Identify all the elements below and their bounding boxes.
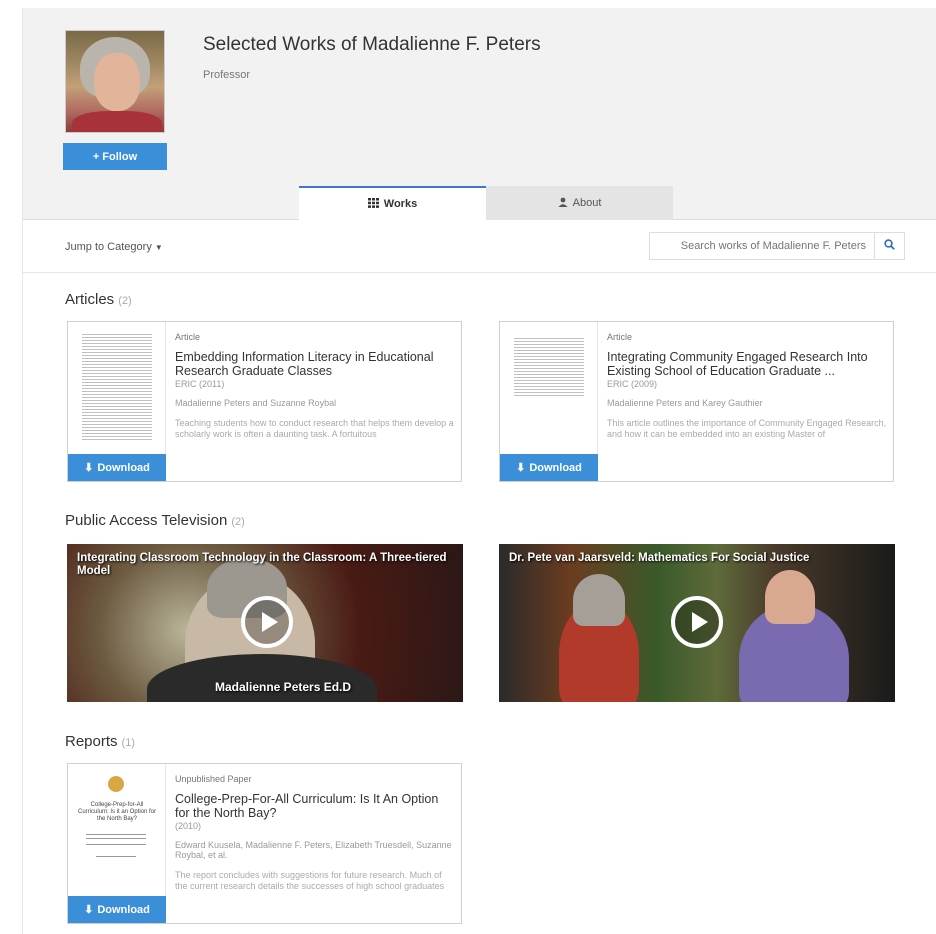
work-card[interactable]: ⬇ Download Article Integrating Community… [499, 321, 894, 482]
page-title: Selected Works of Madalienne F. Peters [203, 34, 541, 55]
section-label: Articles [65, 291, 115, 308]
section-count: (2) [231, 516, 245, 528]
video-card[interactable]: Integrating Classroom Technology in the … [67, 544, 463, 702]
section-heading-reports: Reports (1) [65, 733, 135, 750]
tab-about-label: About [572, 197, 602, 209]
jump-to-category-dropdown[interactable]: Jump to Category ▼ [65, 241, 163, 253]
work-abstract: Teaching students how to conduct researc… [175, 418, 454, 440]
work-title-link[interactable]: Embedding Information Literacy in Educat… [175, 350, 455, 378]
work-publication: ERIC (2011) [175, 379, 225, 389]
card-body: Article Embedding Information Literacy i… [175, 332, 455, 442]
work-authors: Edward Kuusela, Madalienne F. Peters, El… [175, 840, 452, 860]
follow-label: Follow [102, 150, 138, 163]
tab-works[interactable]: Works [299, 186, 486, 220]
user-icon [558, 197, 568, 210]
work-authors: Madalienne Peters and Suzanne Roybal [175, 398, 337, 408]
profile-title: Professor [203, 69, 251, 81]
download-button[interactable]: ⬇ Download [500, 454, 598, 481]
section-label: Reports [65, 733, 118, 750]
play-icon[interactable] [241, 596, 293, 648]
download-icon: ⬇ [84, 904, 94, 916]
report-thumbnail[interactable]: College-Prep-for-All Curriculum: Is it a… [68, 764, 166, 898]
work-publication: (2010) [175, 821, 202, 831]
work-publication: ERIC (2009) [607, 379, 658, 389]
work-type: Unpublished Paper [175, 774, 252, 784]
article-thumbnail[interactable] [68, 322, 166, 456]
caret-down-icon: ▼ [154, 243, 163, 252]
search-icon [884, 237, 895, 255]
download-label: Download [97, 461, 150, 474]
download-icon: ⬇ [516, 462, 526, 474]
work-abstract: The report concludes with suggestions fo… [175, 870, 445, 892]
work-title-link[interactable]: Integrating Community Engaged Research I… [607, 350, 887, 378]
section-heading-tv: Public Access Television (2) [65, 512, 245, 529]
section-heading-articles: Articles (2) [65, 291, 132, 308]
jump-label: Jump to Category [65, 241, 152, 253]
download-label: Download [97, 903, 150, 916]
grid-icon [367, 197, 379, 211]
card-body: Unpublished Paper College-Prep-For-All C… [175, 774, 455, 906]
thumbnail-text: College-Prep-for-All Curriculum: Is it a… [77, 802, 157, 823]
video-title[interactable]: Integrating Classroom Technology in the … [77, 552, 457, 578]
seal-logo [108, 776, 124, 792]
download-label: Download [529, 461, 582, 474]
follow-button[interactable]: + Follow [63, 143, 167, 170]
tab-about[interactable]: About [486, 186, 673, 220]
search-input[interactable] [649, 232, 875, 260]
work-card[interactable]: College-Prep-for-All Curriculum: Is it a… [67, 763, 462, 924]
section-count: (1) [121, 737, 135, 749]
avatar [65, 30, 165, 133]
video-caption: Madalienne Peters Ed.D [215, 680, 352, 694]
download-icon: ⬇ [84, 462, 94, 474]
card-body: Article Integrating Community Engaged Re… [607, 332, 887, 442]
search-button[interactable] [875, 232, 905, 260]
section-count: (2) [118, 295, 132, 307]
play-icon[interactable] [671, 596, 723, 648]
work-title-link[interactable]: College-Prep-For-All Curriculum: Is It A… [175, 792, 455, 820]
work-card[interactable]: ⬇ Download Article Embedding Information… [67, 321, 462, 482]
video-title[interactable]: Dr. Pete van Jaarsveld: Mathematics For … [509, 552, 889, 565]
search-bar [649, 232, 905, 260]
download-button[interactable]: ⬇ Download [68, 454, 166, 481]
profile-header: + Follow Selected Works of Madalienne F.… [23, 8, 936, 220]
video-card[interactable]: Dr. Pete van Jaarsveld: Mathematics For … [499, 544, 895, 702]
work-authors: Madalienne Peters and Karey Gauthier [607, 398, 763, 408]
work-type: Article [607, 332, 633, 342]
download-button[interactable]: ⬇ Download [68, 896, 166, 923]
plus-icon: + [92, 150, 100, 163]
article-thumbnail[interactable] [500, 322, 598, 456]
divider [23, 272, 936, 273]
tab-works-label: Works [383, 198, 418, 210]
section-label: Public Access Television [65, 512, 228, 529]
work-type: Article [175, 332, 201, 342]
profile-page: + Follow Selected Works of Madalienne F.… [22, 8, 936, 934]
work-abstract: This article outlines the importance of … [607, 418, 887, 440]
